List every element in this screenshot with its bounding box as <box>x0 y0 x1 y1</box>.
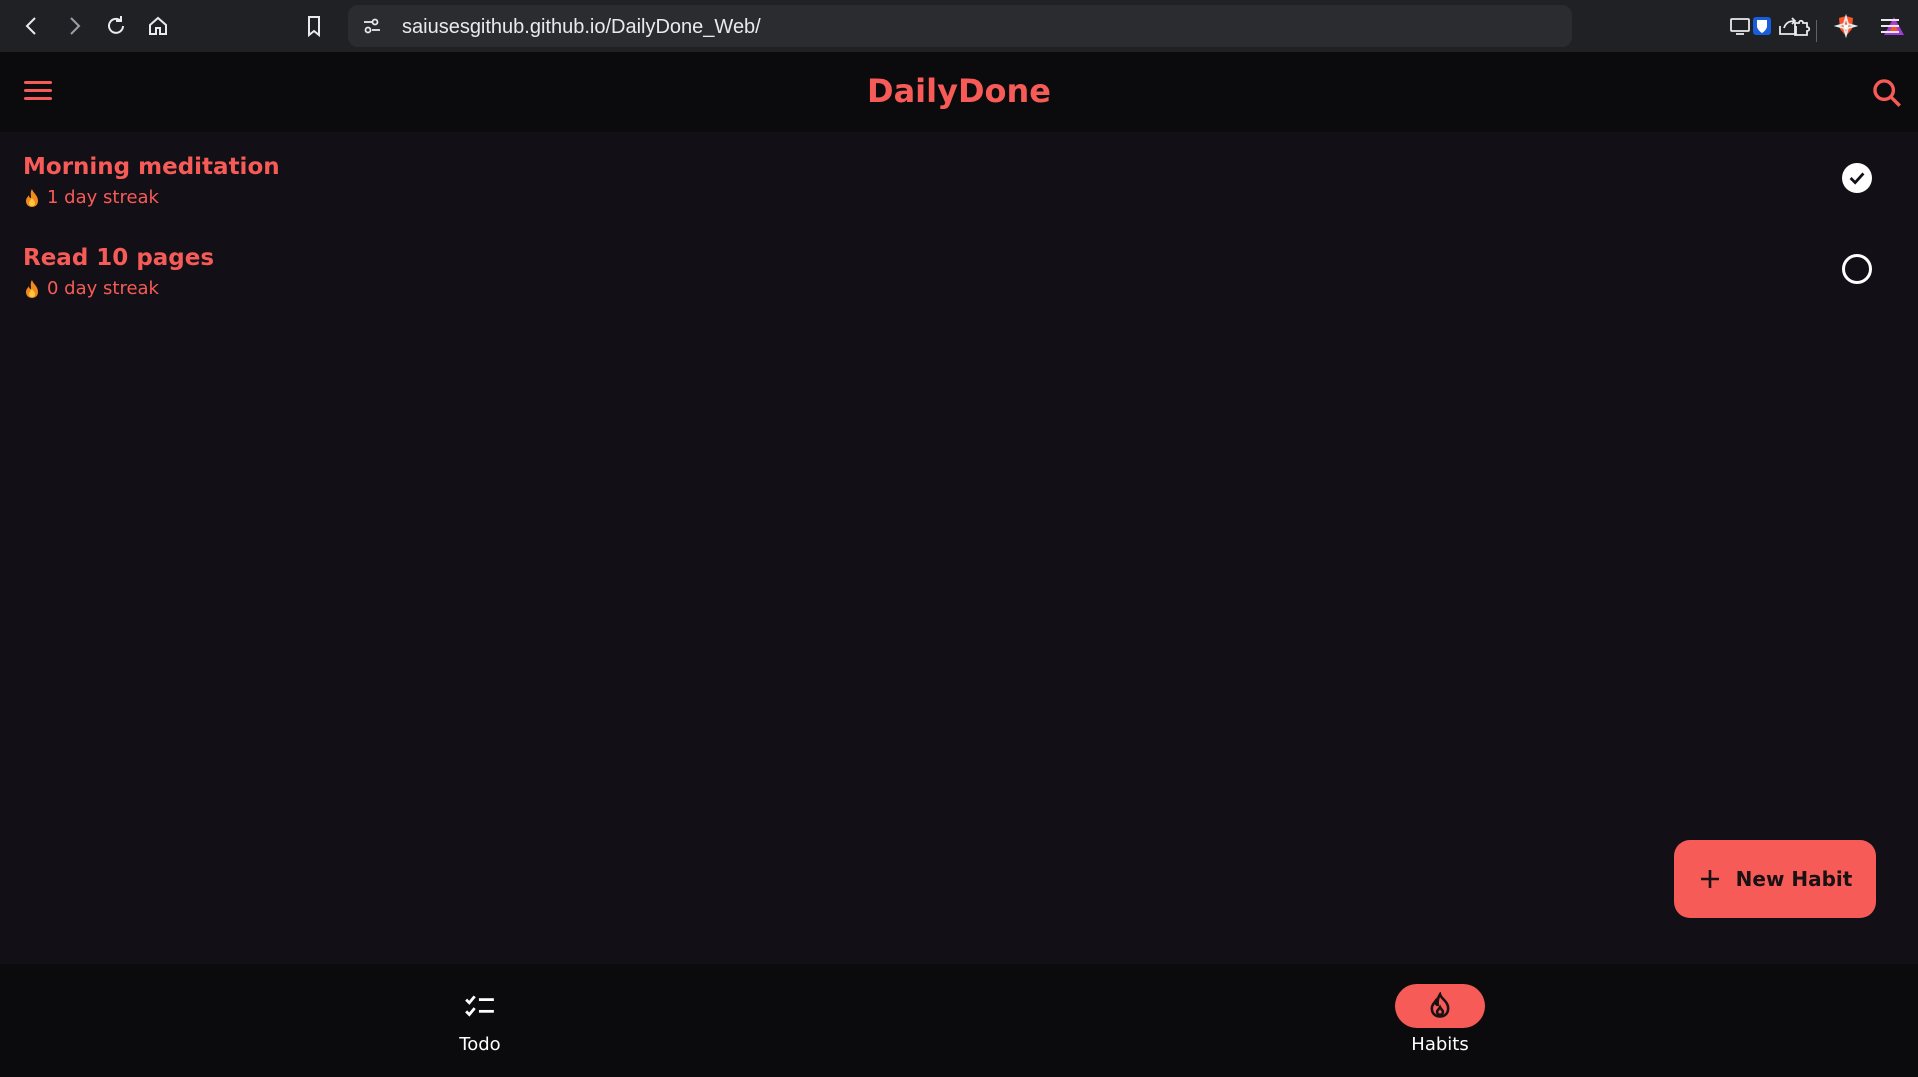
flame-icon <box>26 188 38 207</box>
habit-item[interactable]: Read 10 pages 0 day streak <box>0 223 1918 314</box>
habit-done-checkbox[interactable] <box>1842 163 1872 193</box>
habit-streak: 1 day streak <box>23 187 159 208</box>
flame-icon <box>26 279 38 298</box>
habit-streak-text: 0 day streak <box>47 278 159 299</box>
url-text: saiusesgithub.github.io/DailyDone_Web/ <box>402 16 761 38</box>
home-icon[interactable] <box>140 8 176 44</box>
app-title: DailyDone <box>867 72 1051 110</box>
flame-icon <box>1430 992 1450 1018</box>
leo-ai-icon[interactable] <box>1828 8 1864 44</box>
back-icon[interactable] <box>14 8 50 44</box>
bookmark-icon[interactable] <box>296 8 332 44</box>
new-habit-label: New Habit <box>1735 867 1853 891</box>
browser-toolbar: saiusesgithub.github.io/DailyDone_Web/ <box>0 0 1918 52</box>
nav-item-habits[interactable]: Habits <box>1370 984 1510 1064</box>
forward-icon[interactable] <box>56 8 92 44</box>
habit-item[interactable]: Morning meditation 1 day streak <box>0 132 1918 223</box>
search-icon[interactable] <box>1870 76 1904 110</box>
address-bar[interactable]: saiusesgithub.github.io/DailyDone_Web/ <box>348 5 1904 47</box>
habit-title: Read 10 pages <box>23 245 215 271</box>
checklist-icon <box>465 995 494 1017</box>
habit-streak: 0 day streak <box>23 278 159 299</box>
nav-item-todo[interactable]: Todo <box>410 984 550 1064</box>
app-header: DailyDone <box>0 52 1918 132</box>
habit-streak-text: 1 day streak <box>47 187 159 208</box>
plus-icon <box>1700 870 1719 888</box>
reload-icon[interactable] <box>98 8 134 44</box>
browser-menu-icon[interactable] <box>1872 8 1908 44</box>
nav-label-habits: Habits <box>1411 1034 1469 1055</box>
new-habit-button[interactable]: New Habit <box>1674 840 1876 918</box>
habit-todo-checkbox[interactable] <box>1842 254 1872 284</box>
bottom-nav: Todo Habits <box>0 964 1918 1077</box>
extensions-icon[interactable] <box>1784 8 1820 44</box>
bitwarden-icon[interactable] <box>1744 8 1780 44</box>
habit-list: Morning meditation 1 day streak Read 10 … <box>0 132 1918 314</box>
nav-label-todo: Todo <box>459 1034 501 1055</box>
site-settings-icon[interactable] <box>354 8 390 44</box>
habit-title: Morning meditation <box>23 154 280 180</box>
